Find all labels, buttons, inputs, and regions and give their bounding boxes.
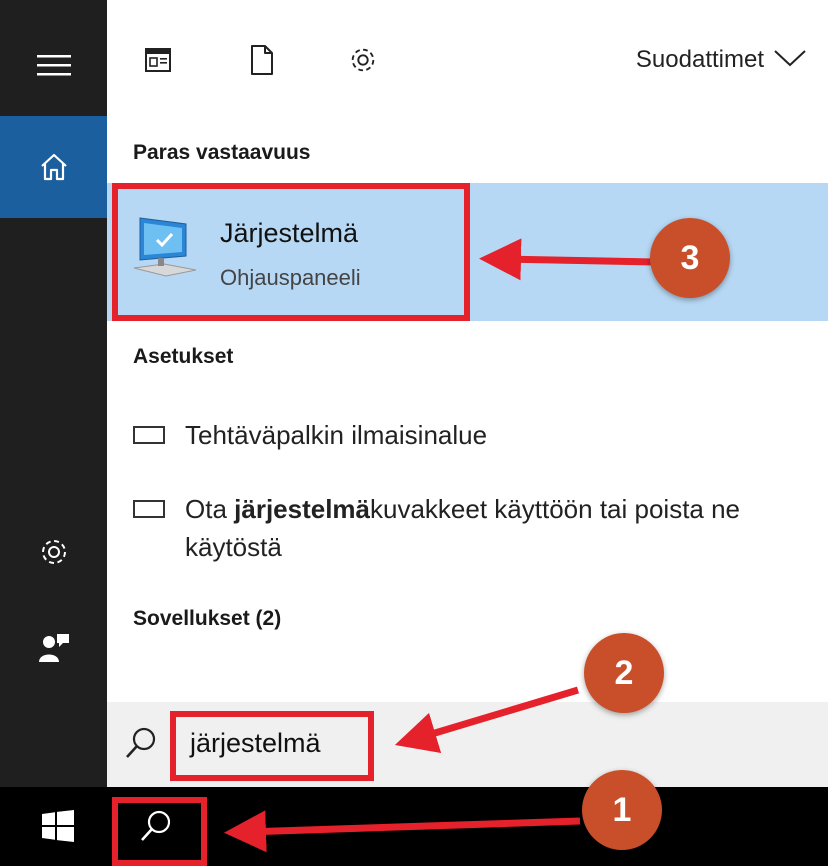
annotation-badge-2: 2 bbox=[584, 633, 664, 713]
annotation-arrow-3 bbox=[479, 238, 656, 281]
annotation-arrow-1 bbox=[224, 810, 581, 853]
annotation-badge-1: 1 bbox=[582, 770, 662, 850]
annotation-badge-3: 3 bbox=[650, 218, 730, 298]
annotation-arrows bbox=[224, 238, 656, 853]
annotation-arrow-2 bbox=[394, 686, 580, 754]
